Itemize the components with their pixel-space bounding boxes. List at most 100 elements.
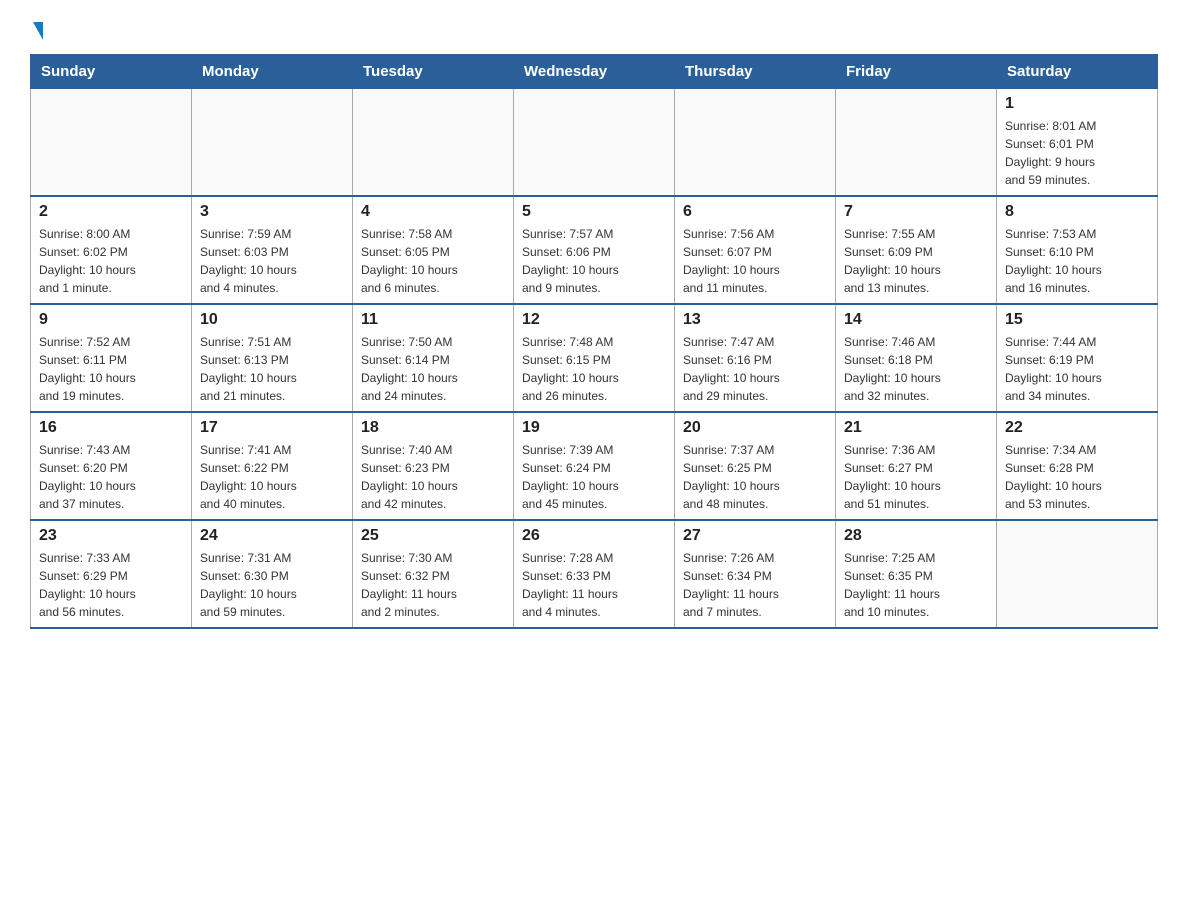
day-number: 24 — [200, 527, 344, 545]
day-number: 10 — [200, 311, 344, 329]
logo-triangle-icon — [33, 22, 43, 40]
calendar-day-cell — [31, 89, 192, 197]
calendar-day-cell: 17 Sunrise: 7:41 AM Sunset: 6:22 PM Dayli… — [192, 412, 353, 520]
calendar-day-cell: 21 Sunrise: 7:36 AM Sunset: 6:27 PM Dayli… — [836, 412, 997, 520]
day-of-week-header: Tuesday — [353, 55, 514, 89]
calendar-week-row: 16 Sunrise: 7:43 AM Sunset: 6:20 PM Dayli… — [31, 412, 1158, 520]
day-number: 26 — [522, 527, 666, 545]
day-number: 13 — [683, 311, 827, 329]
day-number: 16 — [39, 419, 183, 437]
day-info: Sunrise: 7:48 AM Sunset: 6:15 PM Dayligh… — [522, 333, 666, 405]
calendar-day-cell: 6Sunrise: 7:56 AM Sunset: 6:07 PM Daylig… — [675, 196, 836, 304]
calendar-day-cell: 9 Sunrise: 7:52 AM Sunset: 6:11 PM Daylig… — [31, 304, 192, 412]
calendar-day-cell: 22 Sunrise: 7:34 AM Sunset: 6:28 PM Dayli… — [997, 412, 1158, 520]
day-info: Sunrise: 7:34 AM Sunset: 6:28 PM Dayligh… — [1005, 441, 1149, 513]
calendar-day-cell: 16 Sunrise: 7:43 AM Sunset: 6:20 PM Dayli… — [31, 412, 192, 520]
calendar-day-cell: 26 Sunrise: 7:28 AM Sunset: 6:33 PM Dayli… — [514, 520, 675, 628]
day-number: 5 — [522, 203, 666, 221]
day-number: 7 — [844, 203, 988, 221]
logo — [30, 20, 43, 38]
day-info: Sunrise: 7:53 AM Sunset: 6:10 PM Dayligh… — [1005, 225, 1149, 297]
day-number: 8 — [1005, 203, 1149, 221]
calendar-day-cell: 1Sunrise: 8:01 AM Sunset: 6:01 PM Daylig… — [997, 89, 1158, 197]
calendar-day-cell: 25 Sunrise: 7:30 AM Sunset: 6:32 PM Dayli… — [353, 520, 514, 628]
day-info: Sunrise: 7:58 AM Sunset: 6:05 PM Dayligh… — [361, 225, 505, 297]
day-number: 20 — [683, 419, 827, 437]
day-info: Sunrise: 7:52 AM Sunset: 6:11 PM Dayligh… — [39, 333, 183, 405]
day-number: 21 — [844, 419, 988, 437]
calendar-day-cell: 4 Sunrise: 7:58 AM Sunset: 6:05 PM Daylig… — [353, 196, 514, 304]
day-info: Sunrise: 8:00 AM Sunset: 6:02 PM Dayligh… — [39, 225, 183, 297]
day-number: 6 — [683, 203, 827, 221]
day-info: Sunrise: 7:25 AM Sunset: 6:35 PM Dayligh… — [844, 549, 988, 621]
calendar-day-cell: 18 Sunrise: 7:40 AM Sunset: 6:23 PM Dayli… — [353, 412, 514, 520]
day-number: 2 — [39, 203, 183, 221]
day-of-week-header: Monday — [192, 55, 353, 89]
calendar-day-cell: 23 Sunrise: 7:33 AM Sunset: 6:29 PM Dayli… — [31, 520, 192, 628]
calendar-table: SundayMondayTuesdayWednesdayThursdayFrid… — [30, 54, 1158, 629]
day-of-week-header: Friday — [836, 55, 997, 89]
day-info: Sunrise: 7:44 AM Sunset: 6:19 PM Dayligh… — [1005, 333, 1149, 405]
calendar-week-row: 1Sunrise: 8:01 AM Sunset: 6:01 PM Daylig… — [31, 89, 1158, 197]
day-info: Sunrise: 7:39 AM Sunset: 6:24 PM Dayligh… — [522, 441, 666, 513]
day-of-week-header: Saturday — [997, 55, 1158, 89]
day-number: 11 — [361, 311, 505, 329]
day-info: Sunrise: 7:43 AM Sunset: 6:20 PM Dayligh… — [39, 441, 183, 513]
day-number: 27 — [683, 527, 827, 545]
day-number: 28 — [844, 527, 988, 545]
calendar-week-row: 23 Sunrise: 7:33 AM Sunset: 6:29 PM Dayli… — [31, 520, 1158, 628]
calendar-header-row: SundayMondayTuesdayWednesdayThursdayFrid… — [31, 55, 1158, 89]
calendar-day-cell: 11 Sunrise: 7:50 AM Sunset: 6:14 PM Dayli… — [353, 304, 514, 412]
calendar-day-cell: 15 Sunrise: 7:44 AM Sunset: 6:19 PM Dayli… — [997, 304, 1158, 412]
calendar-day-cell — [997, 520, 1158, 628]
day-info: Sunrise: 7:55 AM Sunset: 6:09 PM Dayligh… — [844, 225, 988, 297]
day-number: 25 — [361, 527, 505, 545]
calendar-day-cell: 3 Sunrise: 7:59 AM Sunset: 6:03 PM Daylig… — [192, 196, 353, 304]
calendar-day-cell — [353, 89, 514, 197]
calendar-day-cell: 24 Sunrise: 7:31 AM Sunset: 6:30 PM Dayli… — [192, 520, 353, 628]
day-info: Sunrise: 7:50 AM Sunset: 6:14 PM Dayligh… — [361, 333, 505, 405]
day-info: Sunrise: 7:36 AM Sunset: 6:27 PM Dayligh… — [844, 441, 988, 513]
day-number: 1 — [1005, 95, 1149, 113]
calendar-day-cell: 10 Sunrise: 7:51 AM Sunset: 6:13 PM Dayli… — [192, 304, 353, 412]
day-info: Sunrise: 7:30 AM Sunset: 6:32 PM Dayligh… — [361, 549, 505, 621]
day-number: 3 — [200, 203, 344, 221]
day-number: 22 — [1005, 419, 1149, 437]
day-number: 19 — [522, 419, 666, 437]
day-info: Sunrise: 7:26 AM Sunset: 6:34 PM Dayligh… — [683, 549, 827, 621]
page-header — [30, 20, 1158, 38]
day-number: 9 — [39, 311, 183, 329]
calendar-day-cell — [192, 89, 353, 197]
calendar-day-cell — [514, 89, 675, 197]
calendar-day-cell: 28 Sunrise: 7:25 AM Sunset: 6:35 PM Dayli… — [836, 520, 997, 628]
calendar-day-cell: 20Sunrise: 7:37 AM Sunset: 6:25 PM Dayli… — [675, 412, 836, 520]
day-info: Sunrise: 7:41 AM Sunset: 6:22 PM Dayligh… — [200, 441, 344, 513]
day-number: 4 — [361, 203, 505, 221]
calendar-day-cell: 27 Sunrise: 7:26 AM Sunset: 6:34 PM Dayli… — [675, 520, 836, 628]
day-of-week-header: Thursday — [675, 55, 836, 89]
day-of-week-header: Wednesday — [514, 55, 675, 89]
day-number: 18 — [361, 419, 505, 437]
calendar-day-cell: 13 Sunrise: 7:47 AM Sunset: 6:16 PM Dayli… — [675, 304, 836, 412]
day-info: Sunrise: 7:28 AM Sunset: 6:33 PM Dayligh… — [522, 549, 666, 621]
day-number: 15 — [1005, 311, 1149, 329]
calendar-day-cell: 19 Sunrise: 7:39 AM Sunset: 6:24 PM Dayli… — [514, 412, 675, 520]
day-info: Sunrise: 7:47 AM Sunset: 6:16 PM Dayligh… — [683, 333, 827, 405]
day-info: Sunrise: 7:51 AM Sunset: 6:13 PM Dayligh… — [200, 333, 344, 405]
day-info: Sunrise: 7:59 AM Sunset: 6:03 PM Dayligh… — [200, 225, 344, 297]
calendar-week-row: 2 Sunrise: 8:00 AM Sunset: 6:02 PM Daylig… — [31, 196, 1158, 304]
day-info: Sunrise: 7:31 AM Sunset: 6:30 PM Dayligh… — [200, 549, 344, 621]
calendar-day-cell: 2 Sunrise: 8:00 AM Sunset: 6:02 PM Daylig… — [31, 196, 192, 304]
day-number: 17 — [200, 419, 344, 437]
calendar-day-cell: 14Sunrise: 7:46 AM Sunset: 6:18 PM Dayli… — [836, 304, 997, 412]
calendar-day-cell: 7 Sunrise: 7:55 AM Sunset: 6:09 PM Daylig… — [836, 196, 997, 304]
day-number: 12 — [522, 311, 666, 329]
day-info: Sunrise: 7:33 AM Sunset: 6:29 PM Dayligh… — [39, 549, 183, 621]
day-number: 23 — [39, 527, 183, 545]
day-of-week-header: Sunday — [31, 55, 192, 89]
day-info: Sunrise: 7:40 AM Sunset: 6:23 PM Dayligh… — [361, 441, 505, 513]
calendar-day-cell: 5Sunrise: 7:57 AM Sunset: 6:06 PM Daylig… — [514, 196, 675, 304]
calendar-day-cell — [675, 89, 836, 197]
calendar-day-cell — [836, 89, 997, 197]
calendar-week-row: 9 Sunrise: 7:52 AM Sunset: 6:11 PM Daylig… — [31, 304, 1158, 412]
